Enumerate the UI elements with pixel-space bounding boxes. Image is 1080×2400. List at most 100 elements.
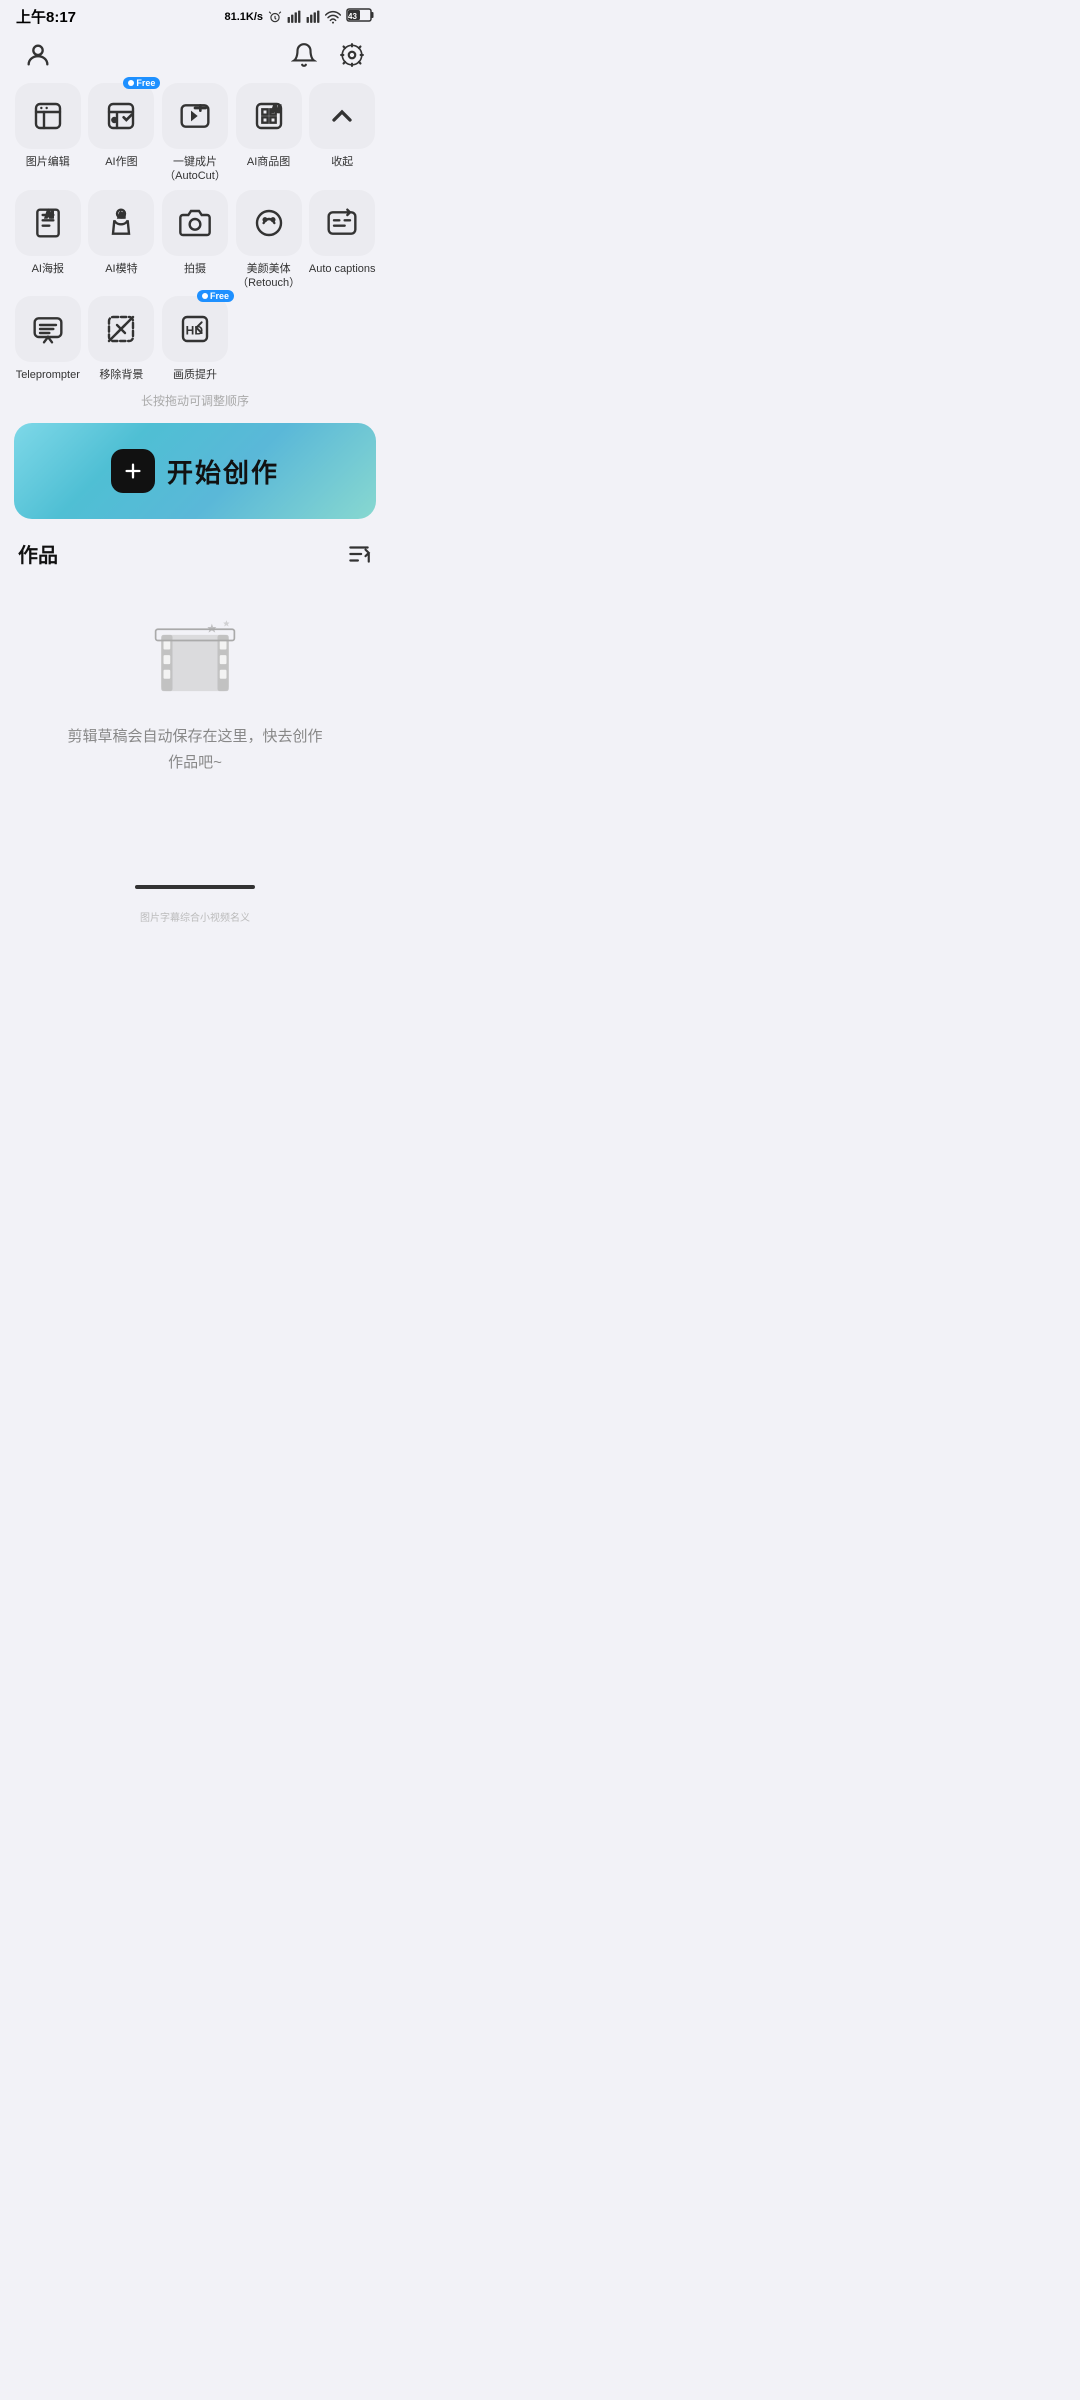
tool-empty-1 <box>235 296 303 382</box>
retouch-icon <box>253 207 285 239</box>
tool-section: 图片编辑 Free AI作图 一键成片 （AutoCut） AI AI商品图 <box>0 83 390 382</box>
svg-text:HD: HD <box>186 324 204 338</box>
bell-button[interactable] <box>286 37 322 73</box>
tool-icon-collapse <box>309 83 375 149</box>
photo-edit-icon <box>32 100 64 132</box>
tool-camera[interactable]: 拍摄 <box>161 190 229 291</box>
tool-icon-ai-product: AI <box>236 83 302 149</box>
tool-label-camera: 拍摄 <box>184 262 206 276</box>
start-plus-icon <box>111 449 155 493</box>
tool-label-hd-enhance: 画质提升 <box>173 368 217 382</box>
tool-photo-edit[interactable]: 图片编辑 <box>14 83 82 184</box>
tool-grid-row1: 图片编辑 Free AI作图 一键成片 （AutoCut） AI AI商品图 <box>14 83 376 184</box>
tool-icon-hd-enhance: Free HD <box>162 296 228 362</box>
status-time: 上午8:17 <box>16 6 76 27</box>
svg-text:AI: AI <box>271 104 280 114</box>
tool-autocut[interactable]: 一键成片 （AutoCut） <box>161 83 229 184</box>
tool-ai-product[interactable]: AI AI商品图 <box>235 83 303 184</box>
camera-icon <box>179 207 211 239</box>
settings-icon <box>339 42 365 68</box>
tool-icon-teleprompter <box>15 296 81 362</box>
works-header: 作品 <box>18 539 372 568</box>
tool-icon-camera <box>162 190 228 256</box>
start-section: 开始创作 <box>0 423 390 519</box>
works-section: 作品 剪辑草稿会自动保存在这 <box>0 539 390 815</box>
ai-model-icon: AI <box>105 207 137 239</box>
profile-button[interactable] <box>20 37 56 73</box>
tool-remove-bg[interactable]: 移除背景 <box>88 296 156 382</box>
battery-icon: 43 <box>346 8 374 22</box>
svg-text:43: 43 <box>348 12 357 21</box>
tool-ai-model[interactable]: AI AI模特 <box>88 190 156 291</box>
alarm-icon <box>268 10 282 24</box>
tool-collapse[interactable]: 收起 <box>308 83 376 184</box>
svg-text:AI: AI <box>119 212 126 219</box>
start-button[interactable]: 开始创作 <box>14 423 376 519</box>
watermark: 图片字幕综合小视频名义 <box>0 909 390 930</box>
ai-poster-icon: AI <box>32 207 64 239</box>
tool-label-autocut: 一键成片 （AutoCut） <box>164 155 226 184</box>
works-title: 作品 <box>18 539 58 568</box>
tool-label-auto-captions: Auto captions <box>309 262 376 276</box>
tool-empty-2 <box>308 296 376 382</box>
tool-label-ai-model: AI模特 <box>105 262 137 276</box>
tool-icon-retouch <box>236 190 302 256</box>
tool-label-remove-bg: 移除背景 <box>99 368 143 382</box>
bottom-bar <box>0 875 390 909</box>
manage-button[interactable] <box>346 541 372 567</box>
tool-hd-enhance[interactable]: Free HD 画质提升 <box>161 296 229 382</box>
battery-level: 43 <box>346 8 374 25</box>
empty-state: 剪辑草稿会自动保存在这里，快去创作 作品吧~ <box>18 598 372 815</box>
wifi-icon <box>325 10 341 24</box>
start-label: 开始创作 <box>167 453 279 490</box>
autocut-icon <box>179 100 211 132</box>
collapse-icon <box>326 100 358 132</box>
tool-teleprompter[interactable]: Teleprompter <box>14 296 82 382</box>
tool-label-ai-draw: AI作图 <box>105 155 137 169</box>
tool-icon-ai-model: AI <box>88 190 154 256</box>
tool-retouch[interactable]: 美颜美体 （Retouch） <box>235 190 303 291</box>
bell-icon <box>291 42 317 68</box>
tool-label-teleprompter: Teleprompter <box>16 368 80 382</box>
status-bar: 上午8:17 81.1K/s 43 <box>0 0 390 31</box>
tool-grid-row3: Teleprompter 移除背景 Free HD 画质提升 <box>14 296 376 382</box>
network-speed: 81.1K/s <box>224 11 263 23</box>
header <box>0 31 390 83</box>
drag-hint: 长按拖动可调整顺序 <box>0 392 390 409</box>
remove-bg-icon <box>105 313 137 345</box>
settings-button[interactable] <box>334 37 370 73</box>
person-icon <box>24 41 52 69</box>
tool-label-photo-edit: 图片编辑 <box>26 155 70 169</box>
tool-label-ai-poster: AI海报 <box>32 262 64 276</box>
header-actions <box>286 37 370 73</box>
free-badge-hd: Free <box>197 290 234 302</box>
tool-grid-row2: AI AI海报 AI AI模特 拍摄 美颜美体 （Retouch） <box>14 190 376 291</box>
status-right: 81.1K/s 43 <box>224 8 374 25</box>
ai-product-icon: AI <box>253 100 285 132</box>
tool-ai-draw[interactable]: Free AI作图 <box>88 83 156 184</box>
hd-enhance-icon: HD <box>179 313 211 345</box>
tool-icon-remove-bg <box>88 296 154 362</box>
auto-captions-icon <box>326 207 358 239</box>
teleprompter-icon <box>32 313 64 345</box>
tool-icon-autocut <box>162 83 228 149</box>
svg-text:AI: AI <box>45 210 53 219</box>
home-indicator <box>135 885 255 889</box>
tool-icon-ai-draw: Free <box>88 83 154 149</box>
tool-icon-photo-edit <box>15 83 81 149</box>
tool-icon-auto-captions <box>309 190 375 256</box>
signal-icon-1 <box>287 10 301 24</box>
tool-label-collapse: 收起 <box>331 155 353 169</box>
list-edit-icon <box>346 541 372 567</box>
ai-draw-icon <box>105 100 137 132</box>
tool-label-retouch: 美颜美体 （Retouch） <box>237 262 300 291</box>
tool-auto-captions[interactable]: Auto captions <box>308 190 376 291</box>
tool-label-ai-product: AI商品图 <box>247 155 290 169</box>
tool-ai-poster[interactable]: AI AI海报 <box>14 190 82 291</box>
empty-text: 剪辑草稿会自动保存在这里，快去创作 作品吧~ <box>67 724 322 775</box>
tool-icon-ai-poster: AI <box>15 190 81 256</box>
plus-icon <box>122 460 144 482</box>
film-strip-icon <box>150 618 240 708</box>
free-badge-ai-draw: Free <box>123 77 160 89</box>
signal-icon-2 <box>306 10 320 24</box>
